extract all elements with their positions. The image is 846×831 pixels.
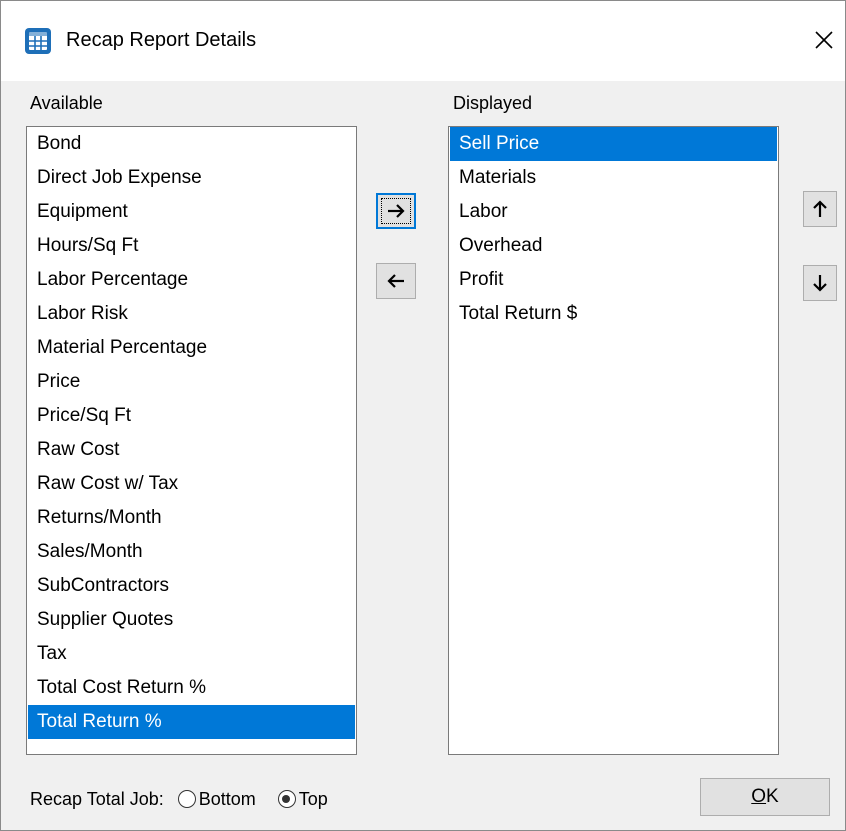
window-title: Recap Report Details — [66, 29, 257, 51]
list-item[interactable]: Total Return $ — [450, 297, 777, 331]
list-item[interactable]: Material Percentage — [28, 331, 355, 365]
list-item[interactable]: SubContractors — [28, 569, 355, 603]
recap-total-job-label: Recap Total Job: — [30, 788, 164, 809]
add-to-displayed-button[interactable] — [376, 193, 416, 229]
close-button[interactable] — [807, 23, 841, 57]
displayed-label: Displayed — [453, 93, 533, 113]
recap-total-job-group: Recap Total Job: Bottom Top — [30, 786, 328, 812]
list-item[interactable]: Equipment — [28, 195, 355, 229]
list-item[interactable]: Labor Percentage — [28, 263, 355, 297]
ok-label-rest: K — [766, 786, 779, 807]
move-up-button[interactable] — [803, 191, 837, 227]
ok-button[interactable]: OK — [700, 778, 830, 816]
move-down-button[interactable] — [803, 265, 837, 301]
list-item[interactable]: Overhead — [450, 229, 777, 263]
list-item[interactable]: Sales/Month — [28, 535, 355, 569]
list-item[interactable]: Raw Cost — [28, 433, 355, 467]
radio-top-circle[interactable] — [277, 790, 296, 808]
remove-from-displayed-button[interactable] — [376, 263, 416, 299]
list-item[interactable]: Returns/Month — [28, 501, 355, 535]
radio-bottom[interactable]: Bottom — [177, 788, 256, 810]
list-item[interactable]: Labor — [450, 195, 777, 229]
list-item[interactable]: Labor Risk — [28, 297, 355, 331]
list-item[interactable]: Direct Job Expense — [28, 161, 355, 195]
list-item[interactable]: Sell Price — [450, 127, 777, 161]
ok-mnemonic: O — [751, 786, 767, 807]
report-table-icon — [25, 28, 51, 54]
recap-report-details-dialog: Recap Report Details Available Displayed… — [0, 0, 846, 831]
radio-bottom-circle[interactable] — [177, 790, 196, 808]
list-item[interactable]: Price — [28, 365, 355, 399]
available-label: Available — [30, 93, 103, 113]
list-item[interactable]: Supplier Quotes — [28, 603, 355, 637]
list-item[interactable]: Hours/Sq Ft — [28, 229, 355, 263]
radio-top[interactable]: Top — [277, 788, 328, 810]
list-item[interactable]: Materials — [450, 161, 777, 195]
radio-top-label: Top — [298, 788, 328, 809]
available-list[interactable]: Bond Direct Job Expense Equipment Hours/Sq … — [26, 126, 357, 755]
displayed-list[interactable]: Sell Price Materials Labor Overhead Profit To… — [448, 126, 779, 755]
list-item[interactable]: Bond — [28, 127, 355, 161]
title-bar: Recap Report Details — [1, 1, 845, 81]
arrow-up-icon — [813, 200, 827, 217]
radio-bottom-label: Bottom — [198, 788, 256, 809]
arrow-left-icon — [387, 274, 404, 288]
list-item[interactable]: Raw Cost w/ Tax — [28, 467, 355, 501]
close-icon — [815, 31, 833, 49]
arrow-down-icon — [813, 275, 827, 292]
list-item[interactable]: Price/Sq Ft — [28, 399, 355, 433]
list-item[interactable]: Profit — [450, 263, 777, 297]
list-item[interactable]: Total Return % — [28, 705, 355, 739]
list-item[interactable]: Total Cost Return % — [28, 671, 355, 705]
list-item[interactable]: Tax — [28, 637, 355, 671]
